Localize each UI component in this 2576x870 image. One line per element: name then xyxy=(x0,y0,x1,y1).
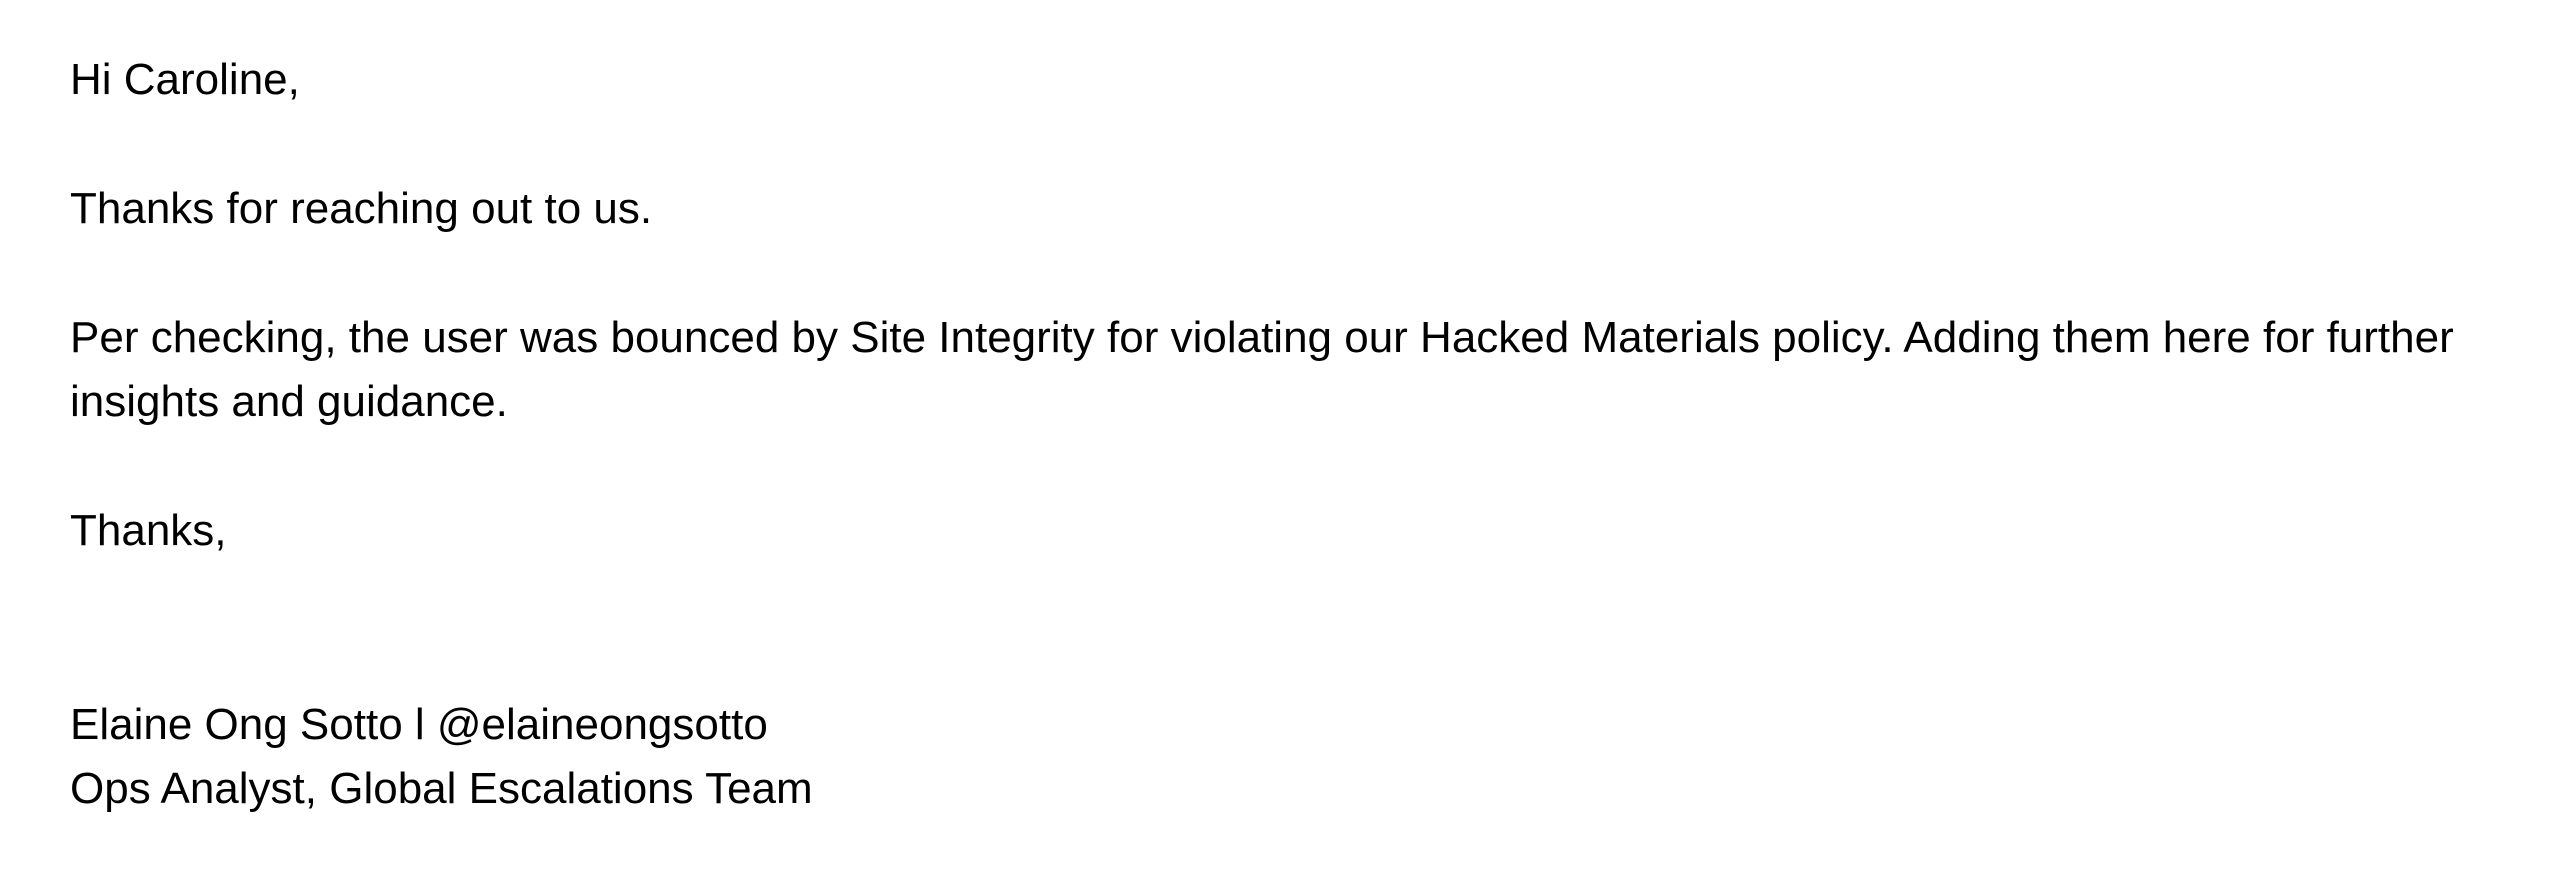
signature-block: Elaine Ong Sotto l @elaineongsotto Ops A… xyxy=(70,693,813,821)
signature-name-handle: Elaine Ong Sotto l @elaineongsotto xyxy=(70,700,768,749)
intro-paragraph: Thanks for reaching out to us. xyxy=(70,184,653,233)
signoff: Thanks, xyxy=(70,506,227,555)
details-paragraph: Per checking, the user was bounced by Si… xyxy=(70,313,2454,426)
greeting: Hi Caroline, xyxy=(70,55,300,104)
signature-title: Ops Analyst, Global Escalations Team xyxy=(70,764,813,813)
